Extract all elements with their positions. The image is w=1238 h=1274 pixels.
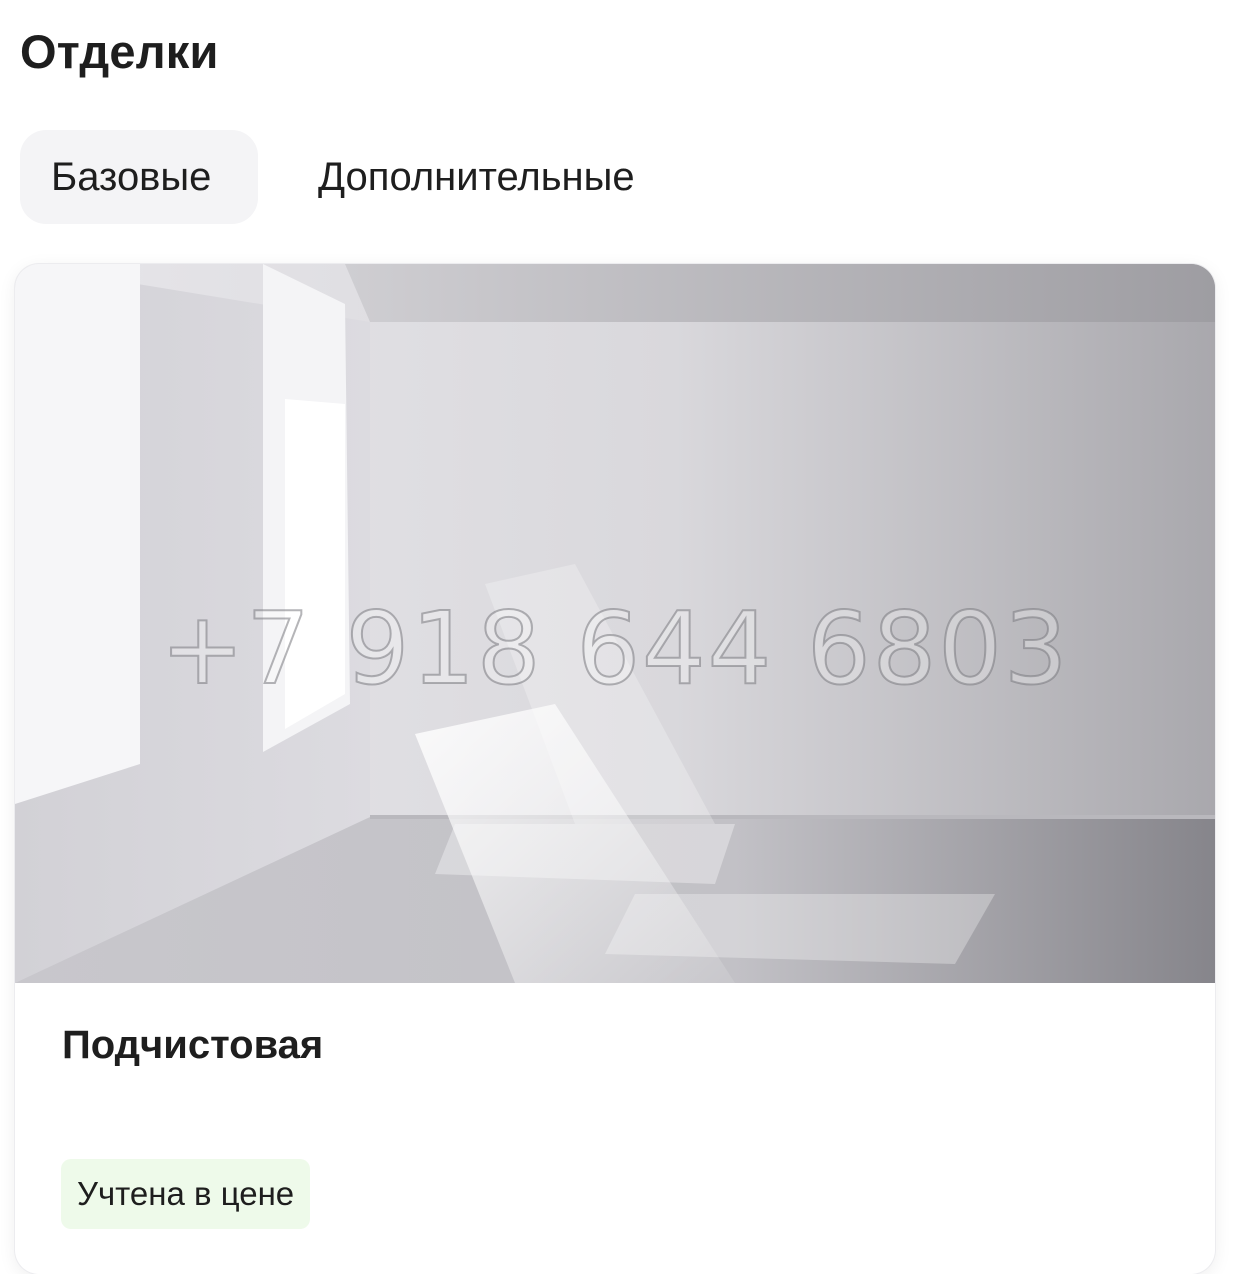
finish-title: Подчистовая xyxy=(62,1023,324,1067)
room-photo xyxy=(15,264,1215,983)
tab-additional[interactable]: Дополнительные xyxy=(288,130,665,224)
tab-basic[interactable]: Базовые xyxy=(20,130,258,224)
section-title: Отделки xyxy=(20,25,219,78)
finish-card[interactable]: +7 918 644 6803 Подчистовая Учтена в цен… xyxy=(15,264,1215,1274)
price-included-badge: Учтена в цене xyxy=(61,1159,311,1229)
finish-tabs: Базовые Дополнительные xyxy=(20,130,665,224)
